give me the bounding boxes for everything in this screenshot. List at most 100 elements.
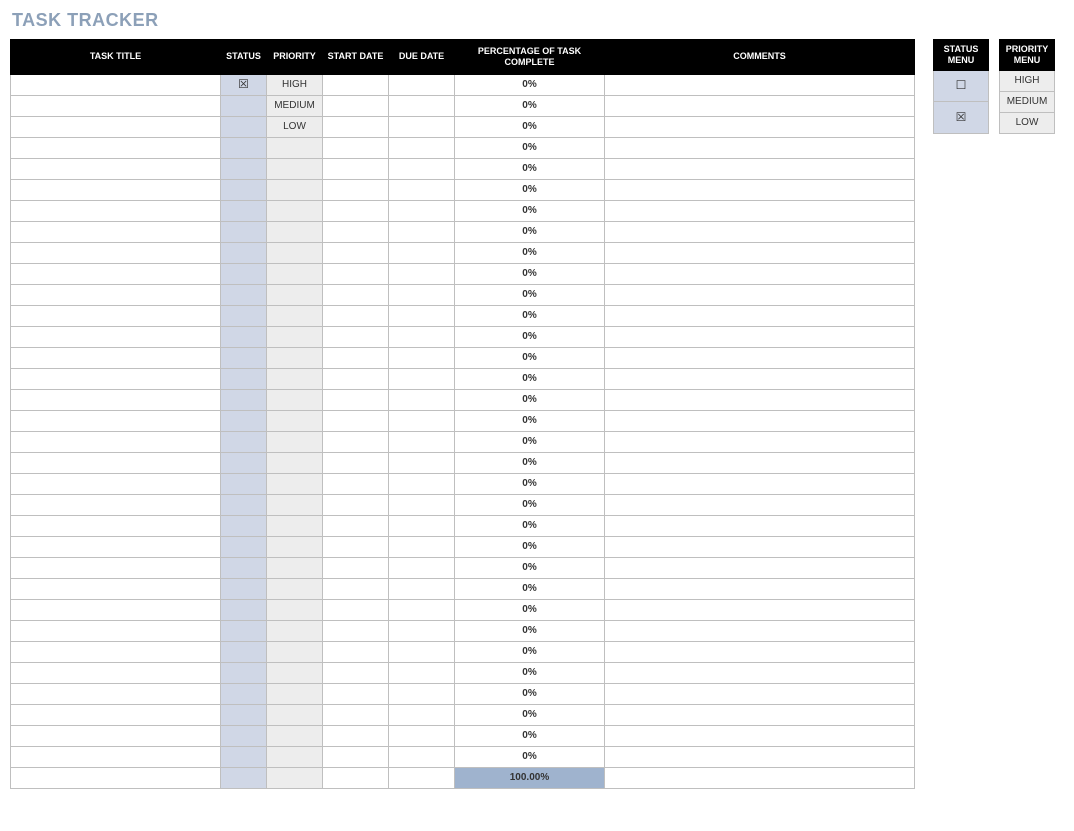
- task-title-cell[interactable]: [11, 536, 221, 557]
- pct-complete-cell[interactable]: 0%: [455, 620, 605, 641]
- due-date-cell[interactable]: [389, 305, 455, 326]
- status-cell[interactable]: [221, 263, 267, 284]
- start-date-cell[interactable]: [323, 599, 389, 620]
- priority-cell[interactable]: LOW: [267, 116, 323, 137]
- task-title-cell[interactable]: [11, 326, 221, 347]
- start-date-cell[interactable]: [323, 158, 389, 179]
- pct-complete-cell[interactable]: 0%: [455, 305, 605, 326]
- task-title-cell[interactable]: [11, 431, 221, 452]
- due-date-cell[interactable]: [389, 137, 455, 158]
- status-cell[interactable]: [221, 515, 267, 536]
- pct-complete-cell[interactable]: 0%: [455, 179, 605, 200]
- start-date-cell[interactable]: [323, 326, 389, 347]
- start-date-cell[interactable]: [323, 473, 389, 494]
- priority-cell[interactable]: [267, 305, 323, 326]
- status-cell[interactable]: [221, 704, 267, 725]
- start-date-cell[interactable]: [323, 683, 389, 704]
- start-date-cell[interactable]: [323, 368, 389, 389]
- comments-cell[interactable]: [605, 284, 915, 305]
- priority-cell[interactable]: [267, 326, 323, 347]
- status-menu-option-unchecked[interactable]: ☐: [934, 70, 989, 102]
- priority-cell[interactable]: [267, 284, 323, 305]
- priority-cell[interactable]: [267, 242, 323, 263]
- task-tracker-table[interactable]: TASK TITLE STATUS PRIORITY START DATE DU…: [10, 39, 915, 789]
- status-cell[interactable]: [221, 284, 267, 305]
- pct-complete-cell[interactable]: 0%: [455, 536, 605, 557]
- priority-cell[interactable]: [267, 578, 323, 599]
- pct-complete-cell[interactable]: 0%: [455, 158, 605, 179]
- priority-cell[interactable]: [267, 494, 323, 515]
- priority-cell[interactable]: [267, 179, 323, 200]
- task-title-cell[interactable]: [11, 599, 221, 620]
- pct-complete-cell[interactable]: 0%: [455, 137, 605, 158]
- comments-cell[interactable]: [605, 725, 915, 746]
- status-cell[interactable]: [221, 431, 267, 452]
- pct-complete-cell[interactable]: 0%: [455, 515, 605, 536]
- comments-cell[interactable]: [605, 431, 915, 452]
- status-cell[interactable]: [221, 368, 267, 389]
- start-date-cell[interactable]: [323, 242, 389, 263]
- start-date-cell[interactable]: [323, 410, 389, 431]
- priority-cell[interactable]: [267, 347, 323, 368]
- start-date-cell[interactable]: [323, 305, 389, 326]
- priority-cell[interactable]: [267, 746, 323, 767]
- task-title-cell[interactable]: [11, 473, 221, 494]
- pct-complete-cell[interactable]: 0%: [455, 242, 605, 263]
- due-date-cell[interactable]: [389, 662, 455, 683]
- due-date-cell[interactable]: [389, 641, 455, 662]
- task-title-cell[interactable]: [11, 95, 221, 116]
- due-date-cell[interactable]: [389, 368, 455, 389]
- pct-complete-cell[interactable]: 0%: [455, 473, 605, 494]
- task-title-cell[interactable]: [11, 221, 221, 242]
- start-date-cell[interactable]: [323, 95, 389, 116]
- total-title-cell[interactable]: [11, 767, 221, 788]
- task-title-cell[interactable]: [11, 74, 221, 95]
- status-cell[interactable]: [221, 221, 267, 242]
- priority-cell[interactable]: [267, 368, 323, 389]
- status-cell[interactable]: [221, 725, 267, 746]
- total-comments-cell[interactable]: [605, 767, 915, 788]
- start-date-cell[interactable]: [323, 221, 389, 242]
- comments-cell[interactable]: [605, 641, 915, 662]
- due-date-cell[interactable]: [389, 620, 455, 641]
- priority-cell[interactable]: [267, 536, 323, 557]
- priority-cell[interactable]: [267, 683, 323, 704]
- status-cell[interactable]: [221, 95, 267, 116]
- comments-cell[interactable]: [605, 74, 915, 95]
- pct-complete-cell[interactable]: 0%: [455, 95, 605, 116]
- priority-cell[interactable]: [267, 725, 323, 746]
- status-cell[interactable]: [221, 578, 267, 599]
- priority-menu-option-medium[interactable]: MEDIUM: [1000, 91, 1055, 112]
- due-date-cell[interactable]: [389, 326, 455, 347]
- priority-cell[interactable]: [267, 662, 323, 683]
- due-date-cell[interactable]: [389, 116, 455, 137]
- pct-complete-cell[interactable]: 0%: [455, 389, 605, 410]
- task-title-cell[interactable]: [11, 263, 221, 284]
- start-date-cell[interactable]: [323, 137, 389, 158]
- pct-complete-cell[interactable]: 0%: [455, 662, 605, 683]
- task-title-cell[interactable]: [11, 347, 221, 368]
- start-date-cell[interactable]: [323, 641, 389, 662]
- status-cell[interactable]: [221, 620, 267, 641]
- due-date-cell[interactable]: [389, 599, 455, 620]
- task-title-cell[interactable]: [11, 725, 221, 746]
- pct-complete-cell[interactable]: 0%: [455, 326, 605, 347]
- priority-cell[interactable]: [267, 473, 323, 494]
- task-title-cell[interactable]: [11, 641, 221, 662]
- priority-cell[interactable]: [267, 557, 323, 578]
- status-cell[interactable]: [221, 137, 267, 158]
- comments-cell[interactable]: [605, 662, 915, 683]
- status-cell[interactable]: [221, 599, 267, 620]
- due-date-cell[interactable]: [389, 557, 455, 578]
- priority-cell[interactable]: [267, 263, 323, 284]
- start-date-cell[interactable]: [323, 620, 389, 641]
- start-date-cell[interactable]: [323, 179, 389, 200]
- task-title-cell[interactable]: [11, 116, 221, 137]
- priority-cell[interactable]: [267, 221, 323, 242]
- start-date-cell[interactable]: [323, 200, 389, 221]
- pct-complete-cell[interactable]: 0%: [455, 452, 605, 473]
- pct-complete-cell[interactable]: 0%: [455, 74, 605, 95]
- pct-complete-cell[interactable]: 0%: [455, 116, 605, 137]
- priority-cell[interactable]: [267, 431, 323, 452]
- pct-complete-cell[interactable]: 0%: [455, 578, 605, 599]
